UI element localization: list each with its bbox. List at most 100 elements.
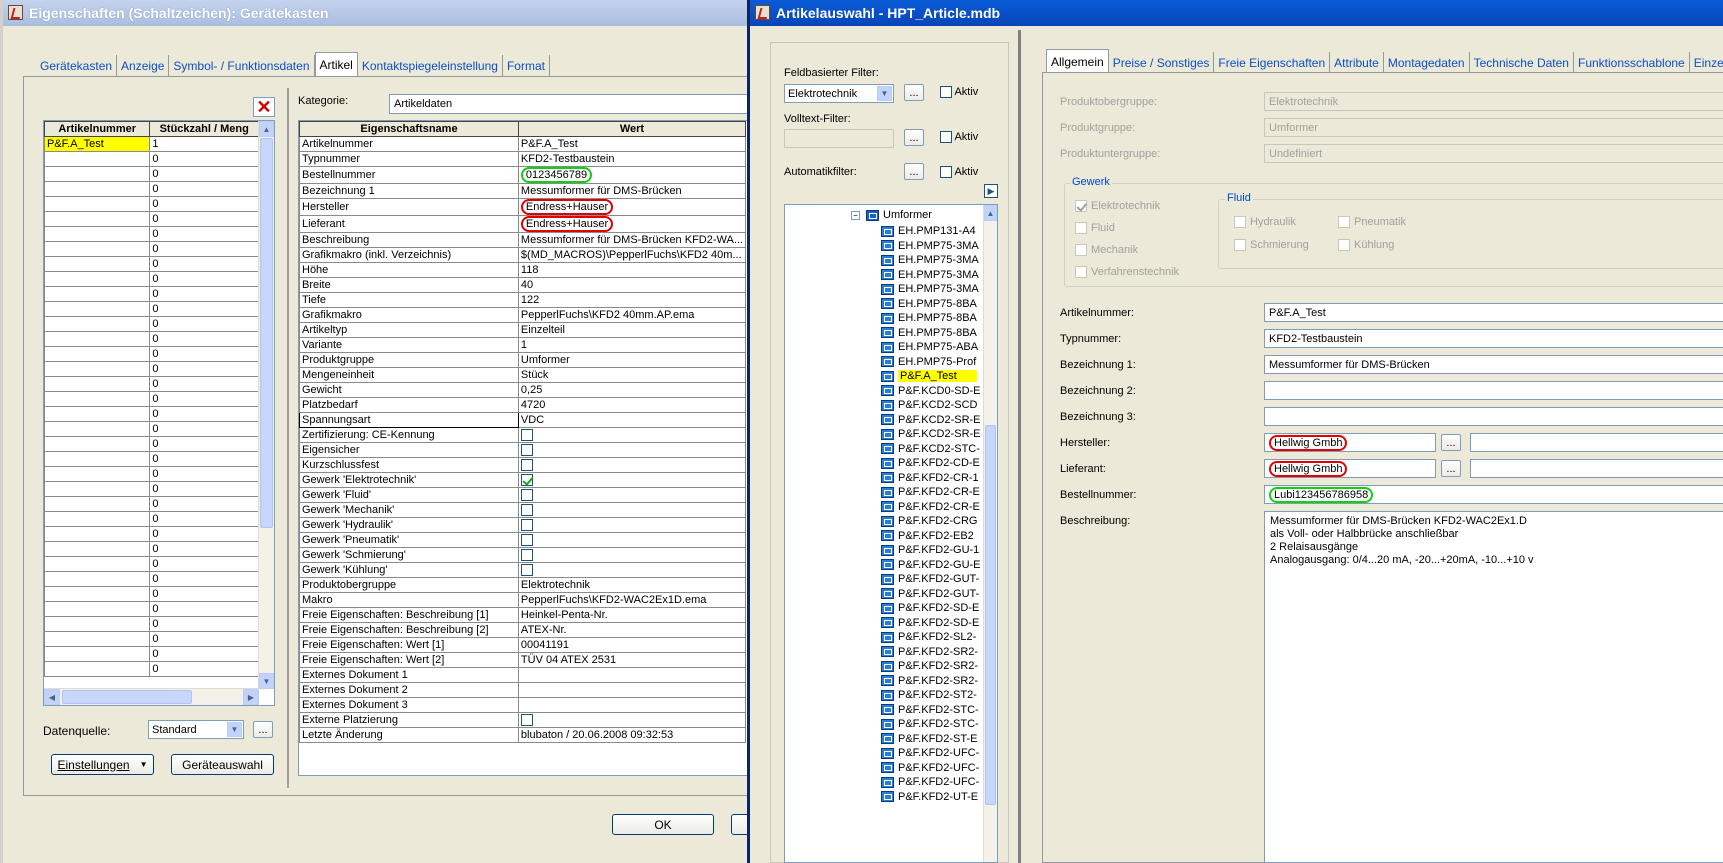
checkbox[interactable] xyxy=(520,429,533,442)
volltext-aktiv[interactable]: Aktiv xyxy=(940,131,978,144)
artikel-cell[interactable] xyxy=(44,301,151,317)
property-value[interactable]: TÜV 04 ATEX 2531 xyxy=(517,652,747,668)
checkbox[interactable] xyxy=(520,474,533,487)
menge-cell[interactable]: 0 xyxy=(149,481,259,497)
fluid-option[interactable]: Schmierung xyxy=(1234,239,1309,252)
artikel-cell[interactable] xyxy=(44,451,151,467)
checkbox[interactable] xyxy=(940,86,952,99)
property-row[interactable]: Bezeichnung 1 Messumformer für DMS-Brücke… xyxy=(299,183,747,199)
checkbox[interactable] xyxy=(1234,239,1246,252)
menge-cell[interactable]: 0 xyxy=(149,466,259,482)
artikel-cell[interactable] xyxy=(44,496,151,512)
property-value[interactable]: P&F.A_Test xyxy=(517,136,747,152)
property-row[interactable]: Typnummer KFD2-Testbaustein xyxy=(299,151,747,167)
artikel-cell[interactable] xyxy=(44,406,151,422)
property-row[interactable]: Bestellnummer 0123456789 xyxy=(299,166,747,184)
property-value[interactable] xyxy=(517,487,747,503)
artikel-cell[interactable] xyxy=(44,481,151,497)
property-value[interactable]: Endress+Hauser xyxy=(517,215,747,233)
artikel-cell[interactable]: P&F.A_Test xyxy=(44,136,151,152)
tree-root[interactable]: − Umformer xyxy=(851,207,932,223)
menge-cell[interactable]: 0 xyxy=(149,256,259,272)
tab-3[interactable]: Artikel xyxy=(314,52,358,76)
table-row[interactable]: 0 xyxy=(44,601,259,617)
collapse-icon[interactable]: − xyxy=(851,210,860,220)
menge-cell[interactable]: 0 xyxy=(149,406,259,422)
table-row[interactable]: 0 xyxy=(44,361,259,377)
detail-tab-6[interactable]: Funktionsschablone xyxy=(1574,52,1690,73)
table-row[interactable]: 0 xyxy=(44,226,259,242)
artikelnummer-field[interactable]: P&F.A_Test xyxy=(1264,303,1723,322)
col-stueckzahl[interactable]: Stückzahl / Meng xyxy=(149,121,259,137)
table-row[interactable]: 0 xyxy=(44,541,259,557)
artikel-cell[interactable] xyxy=(44,331,151,347)
bez3-field[interactable] xyxy=(1264,407,1723,426)
property-row[interactable]: Gewerk 'Mechanik' xyxy=(299,502,747,518)
menge-cell[interactable]: 0 xyxy=(149,391,259,407)
checkbox[interactable] xyxy=(520,504,533,517)
lieferant-browse-button[interactable]: ... xyxy=(1441,460,1461,477)
property-value[interactable]: 1 xyxy=(517,337,747,353)
artikel-cell[interactable] xyxy=(44,601,151,617)
menge-cell[interactable]: 0 xyxy=(149,301,259,317)
checkbox[interactable] xyxy=(520,519,533,532)
table-row[interactable]: 0 xyxy=(44,571,259,587)
property-value[interactable] xyxy=(517,712,747,728)
table-row[interactable]: 0 xyxy=(44,661,259,677)
artikel-cell[interactable] xyxy=(44,631,151,647)
table-row[interactable]: 0 xyxy=(44,286,259,302)
property-row[interactable]: Freie Eigenschaften: Wert [2] TÜV 04 ATEX… xyxy=(299,652,747,668)
checkbox[interactable] xyxy=(940,131,952,144)
artikel-cell[interactable] xyxy=(44,226,151,242)
artikel-cell[interactable] xyxy=(44,646,151,662)
table-row[interactable]: 0 xyxy=(44,331,259,347)
menge-cell[interactable]: 0 xyxy=(149,241,259,257)
artikel-cell[interactable] xyxy=(44,421,151,437)
checkbox[interactable] xyxy=(520,714,533,727)
artikel-cell[interactable] xyxy=(44,211,151,227)
checkbox[interactable] xyxy=(1338,239,1350,252)
table-row[interactable]: 0 xyxy=(44,526,259,542)
property-row[interactable]: Freie Eigenschaften: Wert [1] 00041191 xyxy=(299,637,747,653)
produktgruppe-field[interactable]: Umformer xyxy=(1264,118,1723,137)
menge-cell[interactable]: 0 xyxy=(149,436,259,452)
detail-tab-1[interactable]: Preise / Sonstiges xyxy=(1109,52,1215,73)
menge-cell[interactable]: 0 xyxy=(149,451,259,467)
properties-titlebar[interactable]: Eigenschaften (Schaltzeichen): Gerätekas… xyxy=(3,0,747,26)
property-value[interactable] xyxy=(517,667,747,683)
artikel-cell[interactable] xyxy=(44,346,151,362)
property-row[interactable]: Lieferant Endress+Hauser xyxy=(299,215,747,233)
checkbox[interactable] xyxy=(520,534,533,547)
menge-cell[interactable]: 0 xyxy=(149,496,259,512)
property-value[interactable]: 4720 xyxy=(517,397,747,413)
property-row[interactable]: Höhe 118 xyxy=(299,262,747,278)
property-value[interactable]: Elektrotechnik xyxy=(517,577,747,593)
property-value[interactable]: PepperlFuchs\KFD2 40mm.AP.ema xyxy=(517,307,747,323)
property-row[interactable]: Breite 40 xyxy=(299,277,747,293)
table-row[interactable]: 0 xyxy=(44,511,259,527)
table-row[interactable]: 0 xyxy=(44,436,259,452)
table-row[interactable]: 0 xyxy=(44,646,259,662)
delete-icon[interactable]: ✕ xyxy=(253,97,275,117)
property-row[interactable]: Externes Dokument 3 xyxy=(299,697,747,713)
table-row[interactable]: 0 xyxy=(44,151,259,167)
menge-cell[interactable]: 0 xyxy=(149,631,259,647)
lieferant-field[interactable]: Hellwig Gmbh xyxy=(1264,459,1436,478)
table-row[interactable]: 0 xyxy=(44,481,259,497)
menge-cell[interactable]: 0 xyxy=(149,361,259,377)
property-row[interactable]: Mengeneinheit Stück xyxy=(299,367,747,383)
property-value[interactable]: PepperlFuchs\KFD2-WAC2Ex1D.ema xyxy=(517,592,747,608)
property-value[interactable] xyxy=(517,697,747,713)
menge-cell[interactable]: 0 xyxy=(149,346,259,362)
property-value[interactable]: 00041191 xyxy=(517,637,747,653)
volltext-browse-button[interactable]: ... xyxy=(904,129,924,146)
menge-cell[interactable]: 0 xyxy=(149,166,259,182)
datenquelle-select[interactable]: Standard ▼ xyxy=(148,720,244,739)
bez2-field[interactable] xyxy=(1264,381,1723,400)
property-value[interactable]: Messumformer für DMS-Brücken KFD2-WA... xyxy=(517,232,747,248)
property-value[interactable]: Einzelteil xyxy=(517,322,747,338)
menge-cell[interactable]: 0 xyxy=(149,151,259,167)
menge-cell[interactable]: 0 xyxy=(149,211,259,227)
table-row[interactable]: 0 xyxy=(44,616,259,632)
artikel-cell[interactable] xyxy=(44,556,151,572)
